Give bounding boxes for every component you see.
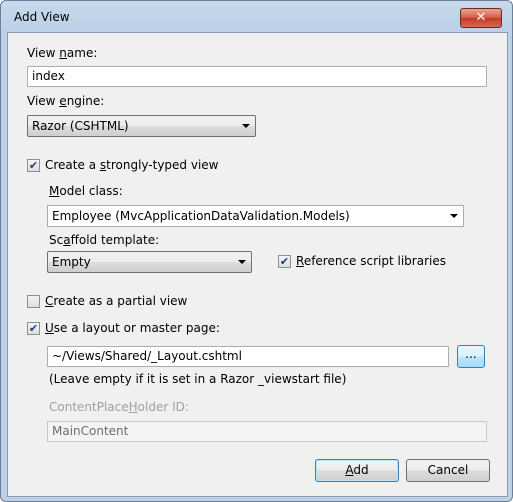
view-engine-label: View engine: [27, 94, 105, 108]
view-name-input[interactable]: index [27, 66, 487, 87]
chevron-down-icon [238, 260, 246, 264]
add-view-dialog: Add View ✕ View name: index View engine:… [0, 0, 513, 502]
model-class-value: Employee (MvcApplicationDataValidation.M… [52, 209, 350, 223]
add-button[interactable]: Add [315, 459, 399, 482]
browse-button[interactable]: ... [457, 345, 485, 368]
layout-hint-text: (Leave empty if it is set in a Razor _vi… [49, 372, 347, 386]
strongly-typed-label: Create a strongly-typed view [45, 158, 219, 172]
reference-scripts-checkbox[interactable]: ✔ [278, 255, 291, 268]
view-engine-value: Razor (CSHTML) [32, 119, 129, 133]
reference-scripts-label: Reference script libraries [296, 254, 446, 268]
partial-view-label: Create as a partial view [45, 294, 188, 308]
view-engine-select[interactable]: Razor (CSHTML) [27, 115, 256, 137]
model-class-select[interactable]: Employee (MvcApplicationDataValidation.M… [47, 205, 464, 227]
title-bar: Add View ✕ [1, 1, 512, 31]
placeholder-id-input[interactable]: MainContent [47, 421, 487, 442]
chevron-down-icon [450, 214, 458, 218]
view-name-label: View name: [27, 46, 98, 60]
dialog-title: Add View [14, 10, 70, 24]
close-button[interactable]: ✕ [460, 8, 502, 28]
scaffold-template-value: Empty [52, 255, 91, 269]
use-layout-checkbox[interactable]: ✔ [27, 322, 40, 335]
scaffold-template-label: Scaffold template: [49, 233, 160, 247]
partial-view-checkbox[interactable] [27, 295, 40, 308]
model-class-label: Model class: [49, 184, 123, 198]
scaffold-template-select[interactable]: Empty [47, 251, 252, 273]
layout-path-input[interactable]: ~/Views/Shared/_Layout.cshtml [47, 346, 449, 367]
close-icon: ✕ [475, 10, 487, 25]
strongly-typed-checkbox[interactable]: ✔ [27, 159, 40, 172]
use-layout-label: Use a layout or master page: [45, 321, 220, 335]
chevron-down-icon [242, 124, 250, 128]
placeholder-id-label: ContentPlaceHolder ID: [49, 400, 189, 414]
dialog-body: View name: index View engine: Razor (CSH… [7, 32, 508, 497]
cancel-button[interactable]: Cancel [406, 459, 490, 482]
